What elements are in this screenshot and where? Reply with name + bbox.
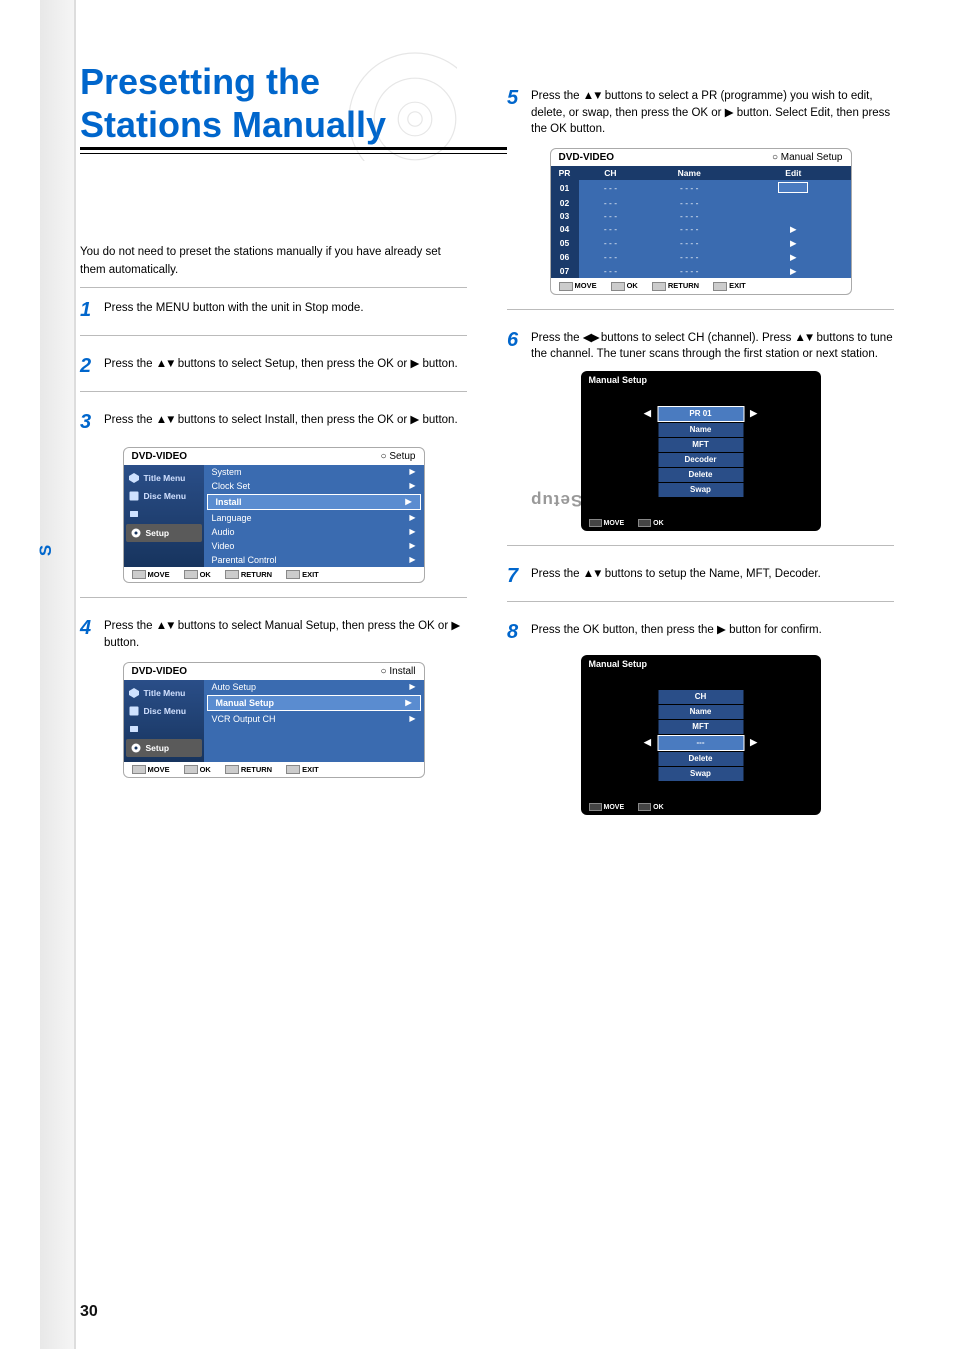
step-num: 5 xyxy=(507,84,525,138)
step-num: 3 xyxy=(80,408,98,437)
step-num: 7 xyxy=(507,562,525,591)
intro-note: You do not need to preset the stations m… xyxy=(80,244,467,288)
step-num: 6 xyxy=(507,326,525,363)
step-4: 4 Press the ▲▼ buttons to select Manual … xyxy=(80,618,467,792)
section-tab: System Setup xyxy=(40,0,76,1349)
page-title: Presetting the Stations Manually xyxy=(80,60,387,146)
step-num: 1 xyxy=(80,296,98,325)
osd-edit-panel-2: Manual Setup CHNameMFT◀---▶DeleteSwap MO… xyxy=(581,655,821,815)
right-column: 5 Press the ▲▼ buttons to select a PR (p… xyxy=(507,40,894,1309)
step-7: 7 Press the ▲▼ buttons to setup the Name… xyxy=(507,566,894,602)
step-text: Press the MENU button with the unit in S… xyxy=(104,300,364,325)
step-num: 8 xyxy=(507,618,525,647)
page-number: 30 xyxy=(80,1303,98,1321)
step-2: 2 Press the ▲▼ buttons to select Setup, … xyxy=(80,356,467,392)
osd-manual-setup-table: DVD-VIDEOManual Setup PRCHNameEdit01- - … xyxy=(550,148,852,295)
step-3: 3 Press the ▲▼ buttons to select Install… xyxy=(80,412,467,599)
page: System Setup Presetting the Stations Man… xyxy=(0,0,954,1349)
page-title-block: Presetting the Stations Manually xyxy=(80,60,467,146)
left-column: Presetting the Stations Manually You do … xyxy=(80,40,467,1309)
step-num: 2 xyxy=(80,352,98,381)
step-5: 5 Press the ▲▼ buttons to select a PR (p… xyxy=(507,88,894,310)
step-num: 4 xyxy=(80,614,98,651)
osd-edit-panel-1: Manual Setup ◀PR 01▶NameMFTDecoderDelete… xyxy=(581,371,821,531)
osd-setup-menu: DVD-VIDEOSetup Title MenuDisc MenuSetupS… xyxy=(123,447,425,584)
step-8: 8 Press the OK button, then press the ▶ … xyxy=(507,622,894,829)
step-6: 6 Press the ◀ ▶ buttons to select CH (ch… xyxy=(507,330,894,546)
osd-install-menu: DVD-VIDEOInstall Title MenuDisc MenuSetu… xyxy=(123,662,425,779)
step-1: 1 Press the MENU button with the unit in… xyxy=(80,300,467,336)
